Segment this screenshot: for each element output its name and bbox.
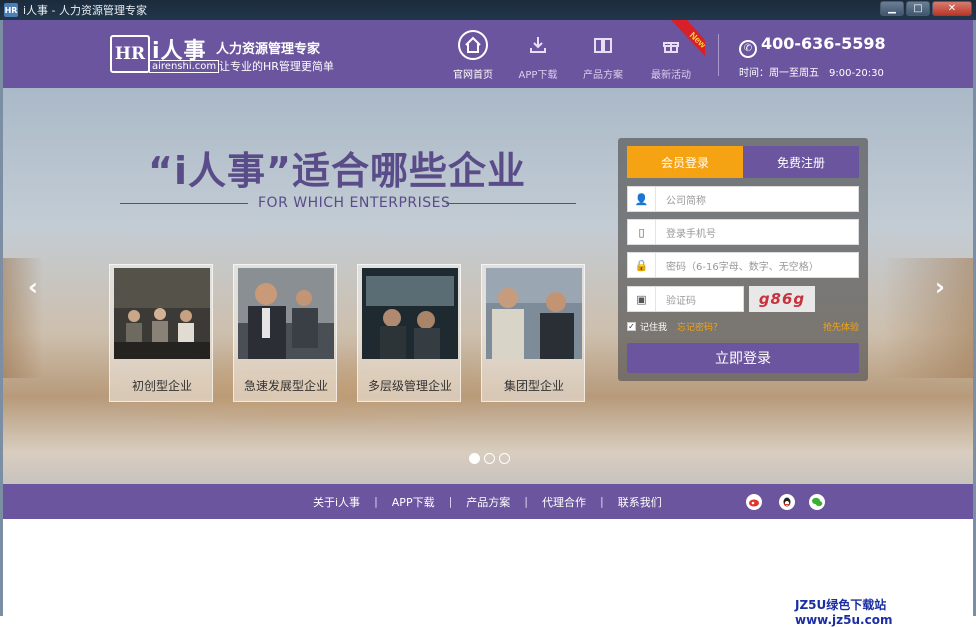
card-startup[interactable]: 初创型企业 [109,264,213,402]
book-icon [588,30,618,60]
banner-rule-right [446,203,576,204]
hours-label: 时间：周一至周五 [739,68,819,79]
company-field[interactable]: 👤 公司简称 [627,186,859,212]
login-tabs: 会员登录 免费注册 [627,146,859,178]
banner-title: “i人事”适合哪些企业 [148,149,526,193]
tab-free-register[interactable]: 免费注册 [743,146,859,178]
phone-field[interactable]: ▯ 登录手机号 [627,219,859,245]
car-interior-photo [362,268,458,359]
card-startup-label: 初创型企业 [131,379,192,393]
site-footer: 关于i人事 | APP下载 | 产品方案 | 代理合作 | 联系我们 [3,484,973,519]
phone-placeholder: 登录手机号 [666,228,716,240]
captcha-image[interactable]: g86g [749,286,815,312]
home-icon [458,30,488,60]
user-icon: 👤 [628,187,656,211]
forgot-password-link[interactable]: 忘记密码？ [677,320,722,333]
slide-dot-1[interactable] [469,453,480,464]
nav-events-label: 最新活动 [651,70,691,81]
banner-subtitle: FOR WHICH ENTERPRISES [258,195,451,211]
footer-link-app[interactable]: APP下载 [392,494,435,510]
card-multi-level-label: 多层级管理企业 [367,379,452,393]
footer-link-about[interactable]: 关于i人事 [313,494,360,510]
nav-home-label: 官网首页 [453,70,493,81]
footer-links: 关于i人事 | APP下载 | 产品方案 | 代理合作 | 联系我们 [313,484,662,519]
new-badge: New [671,20,705,56]
tab-member-login[interactable]: 会员登录 [627,146,743,178]
phone-icon: ✆ [739,40,757,58]
card-multi-level[interactable]: 多层级管理企业 [357,264,461,402]
maximize-button[interactable]: □ [906,1,930,16]
login-panel: 会员登录 免费注册 👤 公司简称 ▯ 登录手机号 🔒 密码（6-16字母、数字、… [618,138,868,381]
executives-photo [486,268,582,359]
banner-bg-right [883,258,973,378]
mobile-icon: ▯ [628,220,656,244]
prev-slide-icon[interactable]: ‹ [28,273,38,301]
image-icon: ▣ [628,287,656,311]
footer-link-products[interactable]: 产品方案 [466,494,510,510]
hotline-number: 400-636-5598 [761,34,886,53]
captcha-field[interactable]: ▣ 验证码 [627,286,744,312]
logo-subtitle: 让专业的HR管理更简单 [219,60,334,73]
logo-mark[interactable]: HR [110,35,150,73]
site-header: HR i人事 airenshi.com 人力资源管理专家 让专业的HR管理更简单… [3,20,973,88]
remember-me: ✓ 记住我 忘记密码？ [627,320,722,333]
footer-separator: | [374,495,378,508]
download-icon [523,30,553,60]
card-group-label: 集团型企业 [503,379,564,393]
window-controls: ▁ □ ✕ [880,1,972,16]
banner-rule-left [120,203,248,204]
slide-dot-2[interactable] [484,453,495,464]
nav-app-download-label: APP下载 [518,70,558,81]
nav-products-label: 产品方案 [583,70,623,81]
remember-label[interactable]: 记住我 [640,320,667,333]
service-hours: 时间：周一至周五 9:00-20:30 [739,64,884,79]
login-submit-button[interactable]: 立即登录 [627,343,859,373]
window-titlebar: HR i人事 - 人力资源管理专家 ▁ □ ✕ [0,0,976,20]
wechat-icon[interactable] [809,494,825,510]
hero-banner: ‹ › “i人事”适合哪些企业 FOR WHICH ENTERPRISES 初创… [3,88,973,484]
hours-value: 9:00-20:30 [829,68,884,79]
hotline: ✆ 400-636-5598 [739,34,886,58]
watermark: JZ5U绿色下载站www.jz5u.com [795,598,893,627]
footer-link-partner[interactable]: 代理合作 [542,494,586,510]
startup-team-photo [114,268,210,359]
business-meeting-photo [238,268,334,359]
card-rapid-growth-label: 急速发展型企业 [243,379,328,393]
footer-separator: | [524,495,529,508]
next-slide-icon[interactable]: › [935,273,945,301]
nav-app-download[interactable]: APP下载 [508,30,568,81]
password-field[interactable]: 🔒 密码（6-16字母、数字、无空格） [627,252,859,278]
nav-home[interactable]: 官网首页 [443,30,503,81]
app-icon: HR [4,3,18,17]
close-button[interactable]: ✕ [932,1,972,16]
qq-icon[interactable] [779,494,795,510]
logo-domain: airenshi.com [149,60,220,73]
company-placeholder: 公司简称 [666,195,706,207]
weibo-icon[interactable] [746,494,762,510]
remember-checkbox[interactable]: ✓ [627,322,636,331]
lock-icon: 🔒 [628,253,656,277]
nav-products[interactable]: 产品方案 [573,30,633,81]
card-rapid-growth[interactable]: 急速发展型企业 [233,264,337,402]
card-group[interactable]: 集团型企业 [481,264,585,402]
slide-indicator [469,453,510,464]
footer-link-contact[interactable]: 联系我们 [618,494,662,510]
logo-tagline: 人力资源管理专家 [216,42,321,57]
minimize-button[interactable]: ▁ [880,1,904,16]
password-placeholder: 密码（6-16字母、数字、无空格） [666,261,819,273]
footer-separator: | [600,495,604,508]
trial-link[interactable]: 抢先体验 [823,320,859,333]
slide-dot-3[interactable] [499,453,510,464]
captcha-placeholder: 验证码 [666,295,696,307]
footer-separator: | [448,495,453,508]
window-title: i人事 - 人力资源管理专家 [23,4,148,17]
header-divider [718,34,719,76]
